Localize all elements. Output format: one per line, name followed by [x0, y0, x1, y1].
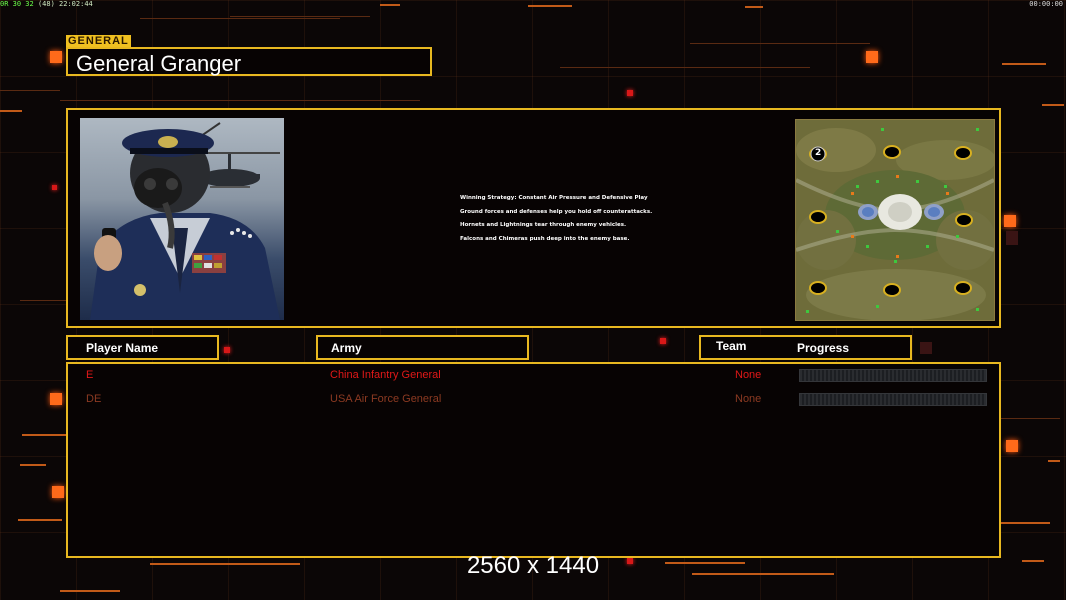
player-name: DE — [86, 393, 102, 405]
general-info-panel: Winning Strategy: Constant Air Pressure … — [66, 108, 1001, 328]
loading-progress-bar — [799, 369, 987, 382]
column-army[interactable]: Army — [316, 335, 529, 360]
strategy-line: Winning Strategy: Constant Air Pressure … — [460, 195, 648, 201]
player-team: None — [735, 369, 762, 381]
strategy-line: Hornets and Lightnings tear through enem… — [460, 222, 627, 228]
general-portrait — [80, 118, 284, 320]
player-list: E China Infantry General None DE USA Air… — [66, 362, 1001, 558]
resolution-label: 2560 x 1440 — [466, 552, 600, 579]
player-row[interactable]: DE USA Air Force General None — [68, 389, 999, 409]
fps-readout: 0R 30 32 (48) 22:02:44 — [0, 0, 93, 8]
player-team: None — [735, 393, 762, 405]
strategy-text: Winning Strategy: Constant Air Pressure … — [460, 195, 700, 249]
player-army: China Infantry General — [330, 369, 441, 381]
column-team[interactable]: Team — [716, 335, 746, 357]
start-position-marker: 2 — [815, 148, 822, 158]
column-progress[interactable]: Progress — [797, 337, 849, 359]
loading-progress-bar — [799, 393, 987, 406]
game-clock: 00:00:00 — [1029, 0, 1063, 8]
player-name: E — [86, 369, 94, 381]
strategy-line: Falcons and Chimeras push deep into the … — [460, 235, 630, 242]
map-preview: 2 — [795, 119, 995, 321]
general-name-title: General Granger — [66, 47, 432, 76]
general-tag: GENERAL — [66, 35, 131, 47]
column-team-progress: Team Progress — [699, 335, 912, 360]
strategy-line: Ground forces and defenses help you hold… — [460, 208, 653, 215]
column-player-name[interactable]: Player Name — [66, 335, 219, 360]
player-row[interactable]: E China Infantry General None — [68, 365, 999, 385]
player-army: USA Air Force General — [330, 393, 442, 405]
